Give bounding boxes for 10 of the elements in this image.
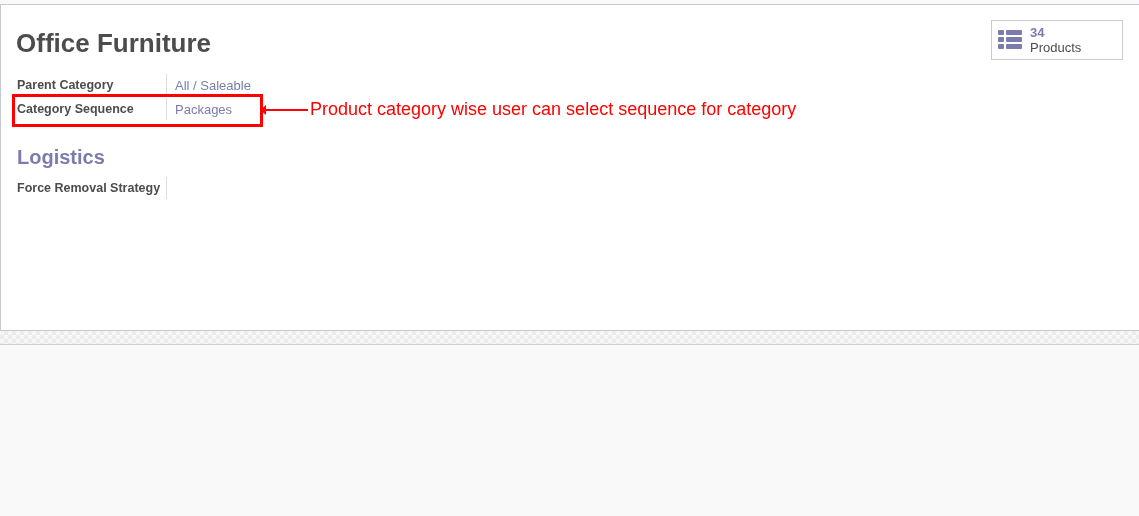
field-value-link[interactable]: Packages	[175, 101, 233, 117]
annotation-text: Product category wise user can select sequence for category	[310, 99, 797, 120]
record-title: Office Furniture	[16, 28, 211, 59]
field-label: Category Sequence	[17, 98, 167, 120]
list-icon	[998, 30, 1022, 50]
field-value-link[interactable]: All / Saleable	[175, 77, 251, 93]
field-label: Parent Category	[17, 74, 167, 96]
section-title: Logistics	[17, 146, 106, 169]
field-label: Force Removal Strategy	[17, 177, 167, 199]
products-button[interactable]: 34 Products	[991, 20, 1123, 60]
